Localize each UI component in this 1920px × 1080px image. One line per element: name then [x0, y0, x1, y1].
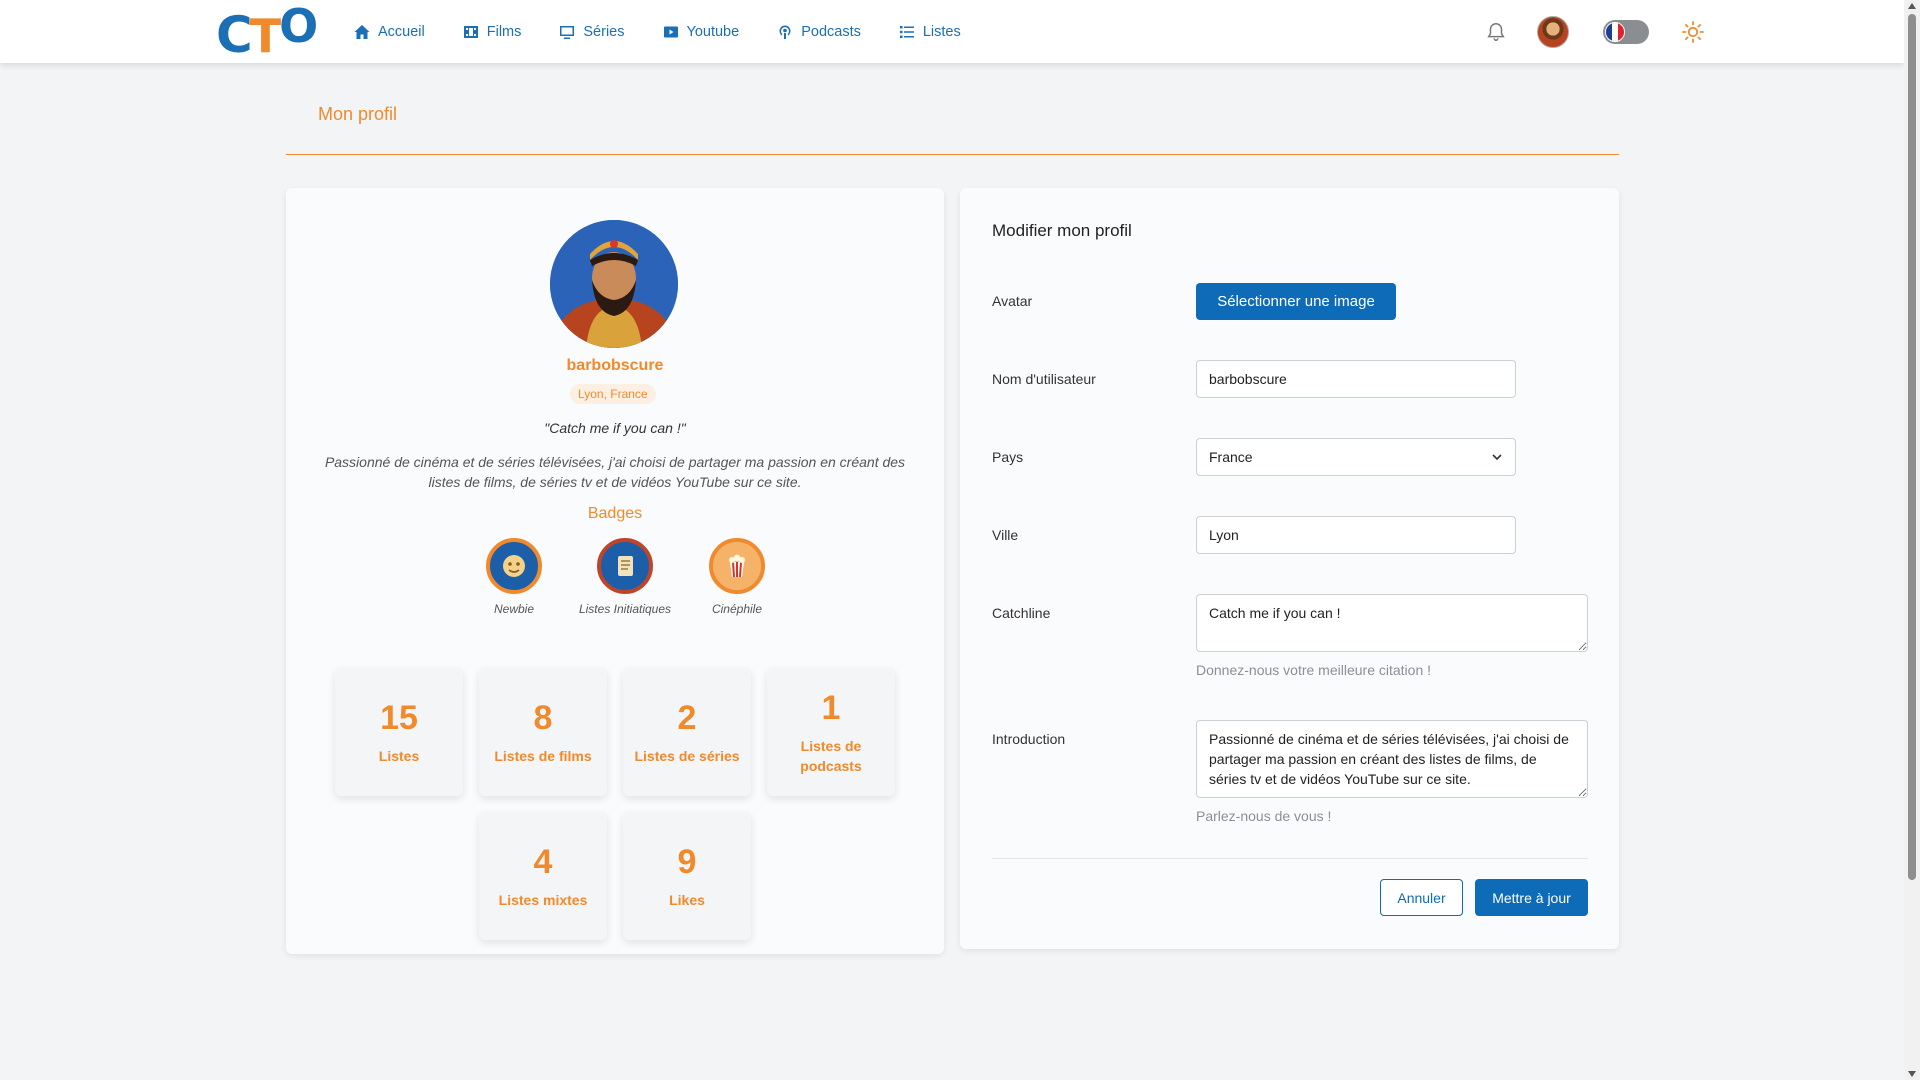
- badge-label: Cinéphile: [711, 602, 763, 616]
- stat-listes-podcasts: 1 Listes de podcasts: [767, 668, 895, 796]
- city-input[interactable]: [1196, 516, 1516, 554]
- nav-accueil[interactable]: Accueil: [354, 24, 425, 40]
- nav-label: Séries: [583, 23, 625, 40]
- stat-label: Listes de films: [494, 748, 592, 764]
- profile-catchline: "Catch me if you can !": [544, 420, 686, 436]
- nav-label: Films: [486, 23, 522, 40]
- badge-label: Listes Initiatiques: [578, 602, 672, 616]
- top-navbar: C T O Accueil Films Séries Youtube Podca…: [0, 0, 1904, 63]
- nav-label: Youtube: [686, 23, 740, 40]
- stat-label: Likes: [669, 892, 705, 908]
- podcast-icon: [779, 24, 791, 39]
- nav-podcasts[interactable]: Podcasts: [777, 24, 861, 40]
- username-input[interactable]: [1196, 360, 1516, 398]
- tv-icon: [560, 25, 575, 39]
- nav-youtube[interactable]: Youtube: [663, 23, 740, 40]
- city-label: Ville: [992, 527, 1019, 543]
- avatar-label: Avatar: [992, 293, 1033, 309]
- stat-value: 2: [677, 699, 697, 737]
- stat-value: 4: [533, 843, 553, 881]
- bell-icon[interactable]: [1485, 21, 1507, 43]
- stat-value: 15: [380, 699, 418, 737]
- header-tools: [1485, 0, 1705, 63]
- badge-listes-initiatiques[interactable]: Listes Initiatiques: [570, 538, 680, 616]
- form-title: Modifier mon profil: [992, 221, 1132, 240]
- stat-label: Listes de podcasts: [800, 738, 862, 774]
- logo-letter-t: T: [249, 9, 282, 63]
- introduction-label: Introduction: [992, 731, 1066, 747]
- location-badge: Lyon, France: [570, 384, 656, 404]
- update-button[interactable]: Mettre à jour: [1475, 879, 1588, 916]
- select-image-button[interactable]: Sélectionner une image: [1196, 283, 1396, 320]
- sun-icon[interactable]: [1681, 20, 1705, 44]
- nav-label: Podcasts: [801, 23, 861, 40]
- profile-username: barbobscure: [566, 357, 664, 374]
- nav-listes[interactable]: Listes: [899, 24, 961, 40]
- badge-newbie[interactable]: Newbie: [459, 538, 569, 616]
- user-avatar[interactable]: [1537, 15, 1569, 48]
- profile-intro: Passionné de cinéma et de séries télévis…: [324, 454, 906, 490]
- logo-letter-c: C: [216, 6, 253, 64]
- main-nav: Accueil Films Séries Youtube Podcasts Li…: [354, 0, 999, 63]
- profile-avatar: [550, 220, 678, 348]
- edit-profile-card: Modifier mon profil Avatar Sélectionner …: [960, 188, 1619, 949]
- france-flag-icon: [1605, 21, 1625, 42]
- stat-listes-mixtes: 4 Listes mixtes: [479, 812, 607, 940]
- list-icon: [899, 25, 914, 38]
- catchline-textarea[interactable]: Catch me if you can !: [1196, 594, 1588, 652]
- username-label: Nom d'utilisateur: [992, 371, 1096, 387]
- stat-listes-series: 2 Listes de séries: [623, 668, 751, 796]
- badge-cinephile[interactable]: Cinéphile: [682, 538, 792, 616]
- stat-likes: 9 Likes: [623, 812, 751, 940]
- nav-label: Listes: [922, 23, 961, 40]
- page-scrollbar[interactable]: [1904, 0, 1920, 1080]
- stat-value: 8: [533, 699, 553, 737]
- popcorn-badge-icon: [709, 538, 765, 594]
- site-logo[interactable]: C T O: [216, 2, 318, 64]
- nav-series[interactable]: Séries: [559, 23, 625, 40]
- catchline-label: Catchline: [992, 605, 1051, 621]
- scroll-badge-icon: [597, 538, 653, 594]
- stat-listes-films: 8 Listes de films: [479, 668, 607, 796]
- scroll-down-arrow-icon[interactable]: [1908, 1071, 1916, 1077]
- stat-label: Listes mixtes: [498, 892, 588, 908]
- introduction-help: Parlez-nous de vous !: [1196, 808, 1332, 824]
- scroll-up-arrow-icon[interactable]: [1908, 3, 1916, 9]
- catchline-help: Donnez-nous votre meilleure citation !: [1196, 662, 1432, 678]
- stat-value: 9: [677, 843, 697, 881]
- cancel-button[interactable]: Annuler: [1380, 879, 1463, 916]
- form-divider: [992, 858, 1588, 859]
- country-select[interactable]: France: [1196, 438, 1516, 476]
- language-toggle[interactable]: [1603, 19, 1649, 44]
- country-select-value: France: [1209, 449, 1253, 465]
- nav-label: Accueil: [378, 23, 425, 40]
- nav-films[interactable]: Films: [463, 23, 522, 40]
- home-icon: [354, 24, 370, 39]
- introduction-textarea[interactable]: Passionné de cinéma et de séries télévis…: [1196, 720, 1588, 798]
- badges-heading: Badges: [587, 505, 643, 522]
- youtube-icon: [663, 26, 678, 37]
- stat-listes: 15 Listes: [335, 668, 463, 796]
- newbie-badge-icon: [486, 538, 542, 594]
- title-divider: [286, 154, 1619, 155]
- chevron-down-icon: [1492, 454, 1502, 461]
- scrollbar-thumb[interactable]: [1908, 14, 1916, 880]
- stat-label: Listes: [378, 748, 420, 764]
- stat-label: Listes de séries: [634, 748, 740, 764]
- country-label: Pays: [992, 449, 1024, 465]
- logo-letter-o: O: [279, 0, 319, 53]
- page-title: Mon profil: [318, 104, 398, 124]
- profile-card: barbobscure Lyon, France "Catch me if yo…: [286, 188, 944, 954]
- badge-label: Newbie: [493, 602, 535, 616]
- film-icon: [463, 25, 478, 38]
- stat-value: 1: [821, 689, 841, 727]
